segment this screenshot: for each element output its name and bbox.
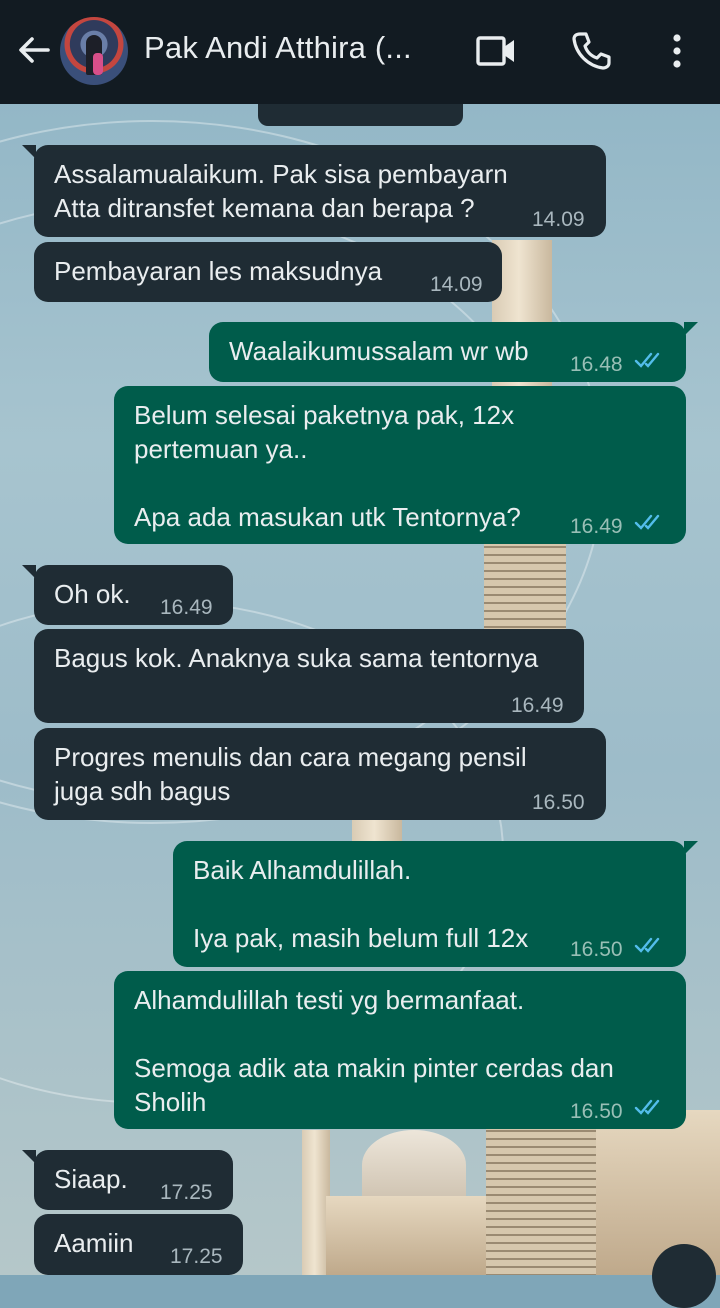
- message-text: Baik Alhamdulillah. Iya pak, masih belum…: [193, 855, 529, 953]
- message-text: Pembayaran les maksudnya: [54, 256, 383, 286]
- message-bubble-incoming[interactable]: Oh ok. 16.49: [22, 565, 233, 625]
- contact-avatar[interactable]: [60, 17, 128, 85]
- message-text: Progres menulis dan cara megang pensil j…: [54, 742, 527, 806]
- message-bubble-incoming[interactable]: Bagus kok. Anaknya suka sama tentornya 1…: [34, 629, 584, 723]
- message-time: 16.50: [570, 938, 623, 961]
- more-options-icon[interactable]: [654, 28, 700, 74]
- read-ticks-icon: [634, 1099, 660, 1115]
- video-call-icon[interactable]: [474, 28, 520, 74]
- message-time: 16.48: [570, 353, 623, 376]
- back-arrow-icon[interactable]: [14, 30, 54, 70]
- message-bubble-incoming[interactable]: Progres menulis dan cara megang pensil j…: [34, 728, 606, 820]
- message-time: 17.25: [170, 1245, 223, 1268]
- voice-call-icon[interactable]: [568, 28, 614, 74]
- message-text: Assalamualaikum. Pak sisa pembayarn Atta…: [54, 159, 508, 223]
- message-text: Waalaikumussalam wr wb: [229, 336, 529, 366]
- message-time: 14.09: [430, 273, 483, 296]
- message-bubble-incoming[interactable]: Pembayaran les maksudnya 14.09: [34, 242, 502, 302]
- message-text: Alhamdulillah testi yg bermanfaat. Semog…: [134, 985, 614, 1117]
- read-ticks-icon: [634, 514, 660, 530]
- message-bubble-outgoing[interactable]: Baik Alhamdulillah. Iya pak, masih belum…: [173, 841, 698, 967]
- message-text: Aamiin: [54, 1228, 134, 1258]
- message-text: Siaap.: [54, 1164, 128, 1194]
- message-text: Bagus kok. Anaknya suka sama tentornya: [54, 643, 539, 673]
- message-time: 16.49: [511, 694, 564, 717]
- read-ticks-icon: [634, 937, 660, 953]
- message-bubble-outgoing[interactable]: Alhamdulillah testi yg bermanfaat. Semog…: [114, 971, 686, 1129]
- message-bubble-outgoing[interactable]: Waalaikumussalam wr wb 16.48: [209, 322, 698, 382]
- message-time: 14.09: [532, 208, 585, 231]
- message-time: 16.49: [160, 596, 213, 619]
- message-text: Oh ok.: [54, 579, 131, 609]
- message-time: 17.25: [160, 1181, 213, 1204]
- message-time: 16.50: [532, 791, 585, 814]
- message-time: 16.50: [570, 1100, 623, 1123]
- chat-header: Pak Andi Atthira (...: [0, 0, 720, 104]
- scroll-to-bottom-button[interactable]: [652, 1244, 716, 1308]
- message-bubble-outgoing[interactable]: Belum selesai paketnya pak, 12x pertemua…: [114, 386, 686, 544]
- message-bubble-incoming[interactable]: Assalamualaikum. Pak sisa pembayarn Atta…: [22, 145, 606, 237]
- message-text: Belum selesai paketnya pak, 12x pertemua…: [134, 400, 521, 532]
- message-time: 16.49: [570, 515, 623, 538]
- contact-name[interactable]: Pak Andi Atthira (...: [144, 30, 412, 66]
- read-ticks-icon: [634, 352, 660, 368]
- message-bubble-incoming[interactable]: Aamiin 17.25: [34, 1214, 243, 1275]
- message-bubble-incoming[interactable]: Siaap. 17.25: [22, 1150, 233, 1210]
